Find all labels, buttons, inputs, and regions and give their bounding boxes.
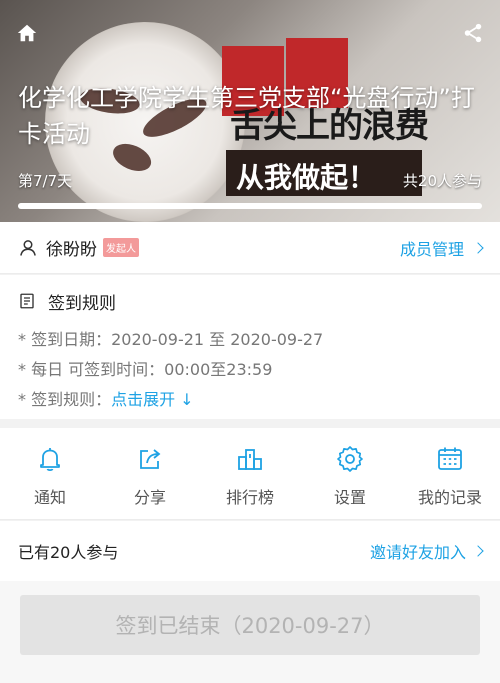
user-icon <box>20 239 36 256</box>
checkin-ended-button[interactable]: 签到已结束（2020-09-27） <box>20 595 480 655</box>
settings-button[interactable]: 设置 <box>300 428 400 519</box>
home-icon[interactable] <box>16 22 38 44</box>
share-button[interactable]: 分享 <box>100 428 200 519</box>
ranking-icon <box>238 449 262 470</box>
progress-bar <box>18 203 482 209</box>
member-management-label: 成员管理 <box>399 239 464 259</box>
invite-friends-link[interactable]: 邀请好友加入 <box>369 539 484 563</box>
initiator-name: 徐盼盼 <box>46 240 97 260</box>
rule-detail-prefix: * 签到规则： <box>18 390 112 409</box>
my-records-button[interactable]: 我的记录 <box>400 428 500 519</box>
notify-button[interactable]: 通知 <box>0 428 100 519</box>
settings-label: 设置 <box>333 488 366 507</box>
activity-title: 化学化工学院学生第三党支部“光盘行动”打卡活动 <box>18 84 475 148</box>
poster-bottom-text: 从我做起！ <box>236 161 377 194</box>
share-out-icon <box>140 449 161 469</box>
rule-date-line: * 签到日期：2020-09-21 至 2020-09-27 <box>18 330 324 349</box>
action-bar: 通知 分享 排行榜 设置 我的记录 <box>0 428 500 520</box>
bell-icon <box>40 448 60 472</box>
participants-row: 已有20人参与 邀请好友加入 <box>0 521 500 581</box>
gear-icon <box>337 446 363 472</box>
bottom-bar: 签到已结束（2020-09-27） <box>0 581 500 683</box>
initiator-row: 徐盼盼 发起人 成员管理 <box>0 222 500 274</box>
rule-time-line: * 每日 可签到时间：00:00至23:59 <box>18 360 273 379</box>
day-progress-text: 第7/7天 <box>18 172 73 190</box>
notify-label: 通知 <box>33 488 66 507</box>
progress-bar-fill <box>18 203 482 209</box>
checkin-rules-section: 签到规则 * 签到日期：2020-09-21 至 2020-09-27 * 每日… <box>0 275 500 427</box>
share-icon[interactable] <box>462 22 484 44</box>
member-management-link[interactable]: 成员管理 <box>399 236 484 260</box>
expand-rules-link[interactable]: 点击展开 ↓ <box>111 390 194 409</box>
my-records-label: 我的记录 <box>417 488 482 507</box>
ranking-label: 排行榜 <box>225 488 274 507</box>
participants-count: 已有20人参与 <box>18 543 119 562</box>
document-icon <box>20 293 34 309</box>
rules-heading: 签到规则 <box>48 293 116 314</box>
page: 舌尖上的浪费 从我做起！ 化学化工学院学生第三党支部“光盘行动”打卡活动 第7/… <box>0 0 500 683</box>
invite-friends-label: 邀请好友加入 <box>369 543 466 562</box>
rule-detail-line: * 签到规则：点击展开 ↓ <box>18 391 482 409</box>
activity-banner: 舌尖上的浪费 从我做起！ 化学化工学院学生第三党支部“光盘行动”打卡活动 第7/… <box>0 0 500 222</box>
chevron-right-icon <box>472 241 484 254</box>
share-label: 分享 <box>133 488 166 507</box>
initiator-badge: 发起人 <box>103 238 139 257</box>
calendar-icon <box>438 447 462 470</box>
chevron-right-icon <box>472 545 484 557</box>
ranking-button[interactable]: 排行榜 <box>200 428 300 519</box>
participant-count-text: 共20人参与 <box>402 172 482 190</box>
